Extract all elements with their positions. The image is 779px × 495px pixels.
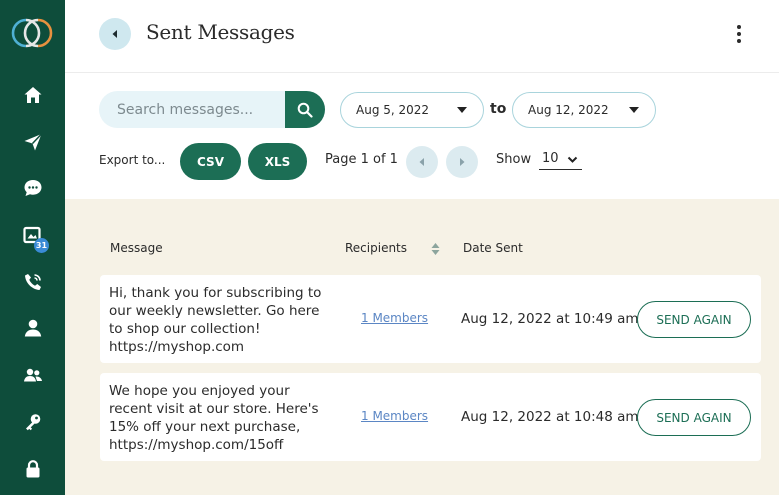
- key-icon: [25, 414, 40, 431]
- column-header-recipients[interactable]: Recipients: [345, 241, 407, 255]
- date-range-to-label: to: [490, 101, 507, 117]
- sort-icon[interactable]: [431, 242, 440, 256]
- scheduled-count-badge: 31: [34, 238, 49, 253]
- date-to-value: Aug 12, 2022: [528, 103, 609, 117]
- date-from-select[interactable]: Aug 5, 2022: [340, 92, 484, 128]
- user-icon: [24, 319, 41, 337]
- kebab-dot-icon: [737, 32, 741, 36]
- search-input[interactable]: [99, 91, 285, 128]
- caret-left-icon: [112, 30, 117, 38]
- page-size-value: 10: [542, 151, 559, 166]
- page-title: Sent Messages: [146, 20, 295, 44]
- kebab-dot-icon: [737, 25, 741, 29]
- back-button[interactable]: [99, 18, 131, 50]
- chat-icon: [24, 180, 41, 196]
- phone-icon: [24, 274, 41, 290]
- sidebar-item-calls[interactable]: [0, 262, 65, 302]
- toolbar: Aug 5, 2022 to Aug 12, 2022 Export to...…: [65, 73, 779, 199]
- caret-left-icon: [419, 158, 424, 166]
- message-text: We hope you enjoyed your recent visit at…: [109, 383, 319, 453]
- sidebar-item-security[interactable]: [0, 449, 65, 489]
- send-again-button[interactable]: SEND AGAIN: [637, 399, 751, 436]
- more-options-button[interactable]: [730, 22, 748, 46]
- export-csv-button[interactable]: CSV: [180, 143, 241, 180]
- home-icon: [24, 87, 41, 103]
- sidebar: 31: [0, 0, 65, 495]
- sidebar-item-keys[interactable]: [0, 402, 65, 442]
- date-sent: Aug 12, 2022 at 10:49 am: [461, 311, 639, 327]
- date-from-value: Aug 5, 2022: [356, 103, 430, 117]
- chevron-down-icon: [567, 156, 578, 163]
- kebab-dot-icon: [737, 39, 741, 43]
- page-header: Sent Messages: [65, 0, 779, 73]
- table-row: We hope you enjoyed your recent visit at…: [100, 373, 761, 461]
- search-icon: [297, 102, 313, 118]
- sidebar-item-send[interactable]: [0, 122, 65, 162]
- recipients-link[interactable]: 1 Members: [361, 311, 428, 325]
- search-box: [99, 91, 325, 128]
- users-icon: [23, 368, 42, 382]
- page-size-select[interactable]: 10: [539, 150, 582, 170]
- sidebar-item-groups[interactable]: [0, 355, 65, 395]
- send-again-button[interactable]: SEND AGAIN: [637, 301, 751, 338]
- lock-icon: [26, 460, 39, 478]
- date-sent: Aug 12, 2022 at 10:48 am: [461, 409, 639, 425]
- page-size-label: Show: [496, 152, 532, 167]
- send-icon: [24, 133, 42, 151]
- pagination-info: Page 1 of 1: [325, 152, 398, 167]
- caret-right-icon: [460, 158, 465, 166]
- table-row: Hi, thank you for subscribing to our wee…: [100, 275, 761, 363]
- message-text: Hi, thank you for subscribing to our wee…: [109, 285, 322, 355]
- sidebar-item-home[interactable]: [0, 75, 65, 115]
- column-header-date-sent: Date Sent: [463, 241, 523, 255]
- date-to-select[interactable]: Aug 12, 2022: [512, 92, 656, 128]
- next-page-button[interactable]: [446, 146, 478, 178]
- search-button[interactable]: [285, 91, 325, 128]
- column-header-message: Message: [110, 241, 163, 255]
- chevron-down-icon: [457, 107, 467, 113]
- sidebar-item-scheduled[interactable]: 31: [0, 215, 65, 255]
- export-label: Export to...: [99, 153, 166, 167]
- previous-page-button[interactable]: [406, 146, 438, 178]
- recipients-link[interactable]: 1 Members: [361, 409, 428, 423]
- app-logo[interactable]: [10, 17, 54, 49]
- sidebar-item-contact[interactable]: [0, 308, 65, 348]
- export-xls-button[interactable]: XLS: [248, 143, 307, 180]
- sidebar-item-chat[interactable]: [0, 168, 65, 208]
- chevron-down-icon: [629, 107, 639, 113]
